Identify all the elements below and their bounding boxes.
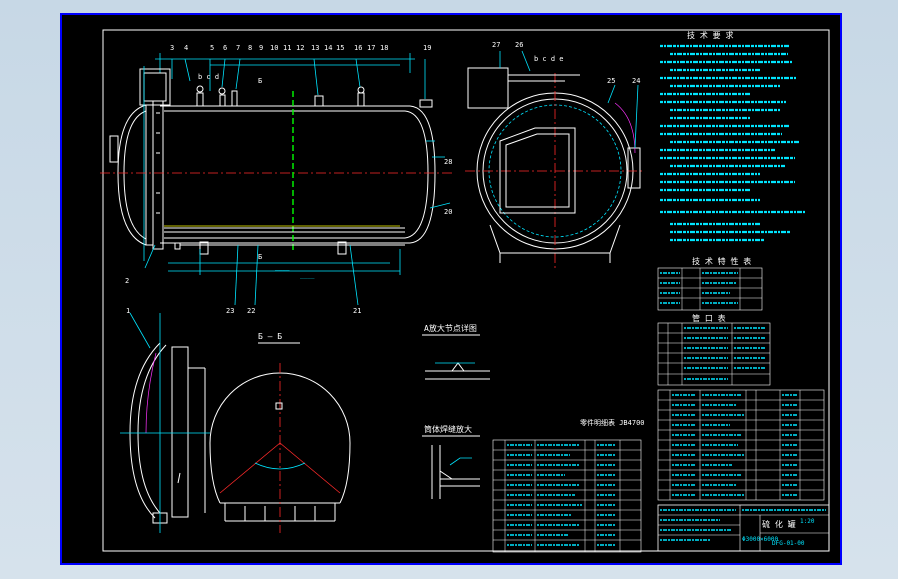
title-block-name: 硫 化 罐 [762, 519, 796, 529]
balloon-label: 5 [210, 44, 214, 52]
cad-drawing: ____ ____ 3 4 5 6 7 8 9 10 11 12 13 14 1… [60, 13, 842, 565]
balloon-label: 25 [607, 77, 615, 85]
balloon-label: 7 [236, 44, 240, 52]
tech-characteristics-table: 技 术 特 性 表 [657, 256, 763, 311]
detail-title-2: 筒体焊缝放大 [424, 424, 472, 434]
section-view-title: Б — Б [258, 332, 282, 341]
weld-details: A放大节点详图 筒体焊缝放大 [422, 323, 490, 499]
title-block-drawing-number: DFG-01-00 [772, 540, 805, 547]
door-detail-view [120, 312, 210, 533]
cad-drawing-frame: ____ ____ 3 4 5 6 7 8 9 10 11 12 13 14 1… [60, 13, 842, 565]
balloon-label: 27 [492, 41, 500, 49]
section-mark-bottom: Б [258, 253, 262, 261]
main-elevation-view: ____ ____ [100, 53, 455, 306]
table-title-1: 技 术 特 性 表 [692, 256, 751, 266]
balloon-label: 28 [444, 158, 452, 166]
nozzle-letters: b c d [198, 73, 219, 81]
dim-text: ____ [275, 264, 290, 271]
parts-list-title: 零件明细表 JB4700 [580, 418, 645, 427]
balloon-label: 9 [259, 44, 263, 52]
dim-text: ____ [300, 272, 315, 279]
balloon-label: 20 [444, 208, 452, 216]
section-view-bb: Б — Б [209, 332, 351, 533]
balloon-label: 16 [354, 44, 362, 52]
balloon-label: 2 [125, 277, 129, 285]
technical-requirements: 技 术 要 求 [660, 30, 805, 242]
balloon-label: 13 [311, 44, 319, 52]
balloon-label: 15 [336, 44, 344, 52]
balloon-label: 1 [126, 307, 130, 315]
balloon-label: 6 [223, 44, 227, 52]
parts-list-left: 零件明细表 JB4700 [492, 418, 645, 553]
balloon-label: 3 [170, 44, 174, 52]
balloon-label: 22 [247, 307, 255, 315]
section-mark-top: Б [258, 77, 262, 85]
balloon-label: 24 [632, 77, 640, 85]
nozzle-letters: b c d e [534, 55, 564, 63]
end-view [465, 50, 645, 271]
balloon-label: 14 [324, 44, 332, 52]
nozzle-table: 管 口 表 [657, 313, 771, 386]
balloon-label: 19 [423, 44, 431, 52]
balloon-label: 21 [353, 307, 361, 315]
tech-requirements-title: 技 术 要 求 [687, 30, 733, 40]
balloon-label: 12 [296, 44, 304, 52]
balloon-label: 11 [283, 44, 291, 52]
balloon-label: 8 [248, 44, 252, 52]
balloon-label: 10 [270, 44, 278, 52]
title-block: 硫 化 罐 Φ3000×6000 DFG-01-00 1:20 [657, 504, 830, 552]
balloon-label: 23 [226, 307, 234, 315]
table-title-2: 管 口 表 [692, 313, 726, 323]
balloon-label: 4 [184, 44, 188, 52]
balloon-label: 17 [367, 44, 375, 52]
detail-title-1: A放大节点详图 [424, 323, 477, 333]
side-balloon-labels: 27 26 b c d e 25 24 28 20 2 23 22 21 1 [125, 41, 640, 315]
balloon-label: 26 [515, 41, 523, 49]
parts-list-right [657, 389, 825, 501]
balloon-label: 18 [380, 44, 388, 52]
title-block-scale: 1:20 [800, 518, 815, 525]
